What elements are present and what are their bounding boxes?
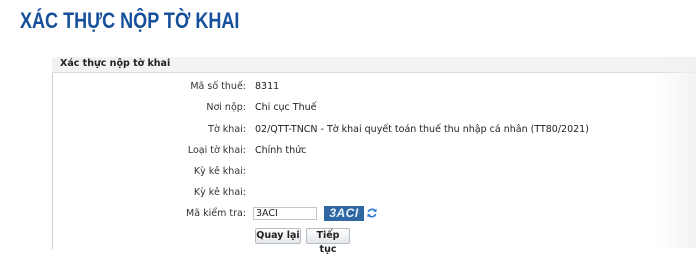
submission-place-value: Chi cục Thuế [255,102,317,113]
back-button[interactable]: Quay lại [255,228,301,244]
declaration-type-label: Loại tờ khai: [187,145,246,156]
declaration-label: Tờ khai: [208,124,246,135]
verification-panel [52,57,696,249]
captcha-image: 3ACI [324,206,364,221]
continue-button[interactable]: Tiếp tục [306,228,350,255]
tax-code-value: 8311 [255,81,280,92]
declaration-type-value: Chính thức [255,145,307,156]
tax-code-label: Mã số thuế: [190,81,246,92]
captcha-input[interactable] [253,207,317,220]
submission-place-label: Nơi nộp: [206,102,246,113]
panel-title: Xác thực nộp tờ khai [60,58,171,69]
declaration-value: 02/QTT-TNCN - Tờ khai quyết toán thuế th… [255,124,589,135]
page-title: XÁC THỰC NỘP TỜ KHAI [20,8,240,33]
captcha-label: Mã kiểm tra: [186,208,246,219]
period-label: Kỳ kê khai: [193,166,246,177]
refresh-icon[interactable] [366,207,378,219]
period-label-2: Kỳ kê khai: [193,187,246,198]
